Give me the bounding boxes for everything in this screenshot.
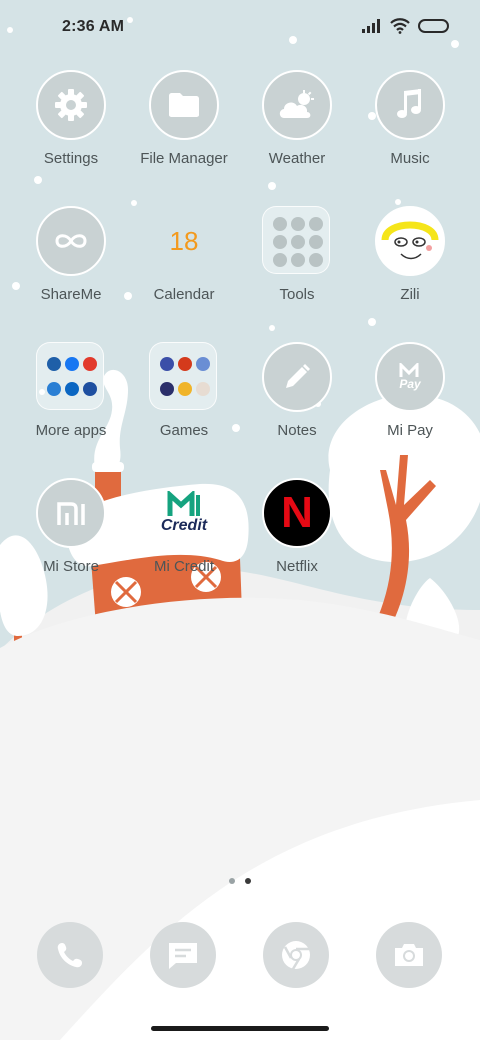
browser-icon bbox=[282, 941, 310, 970]
page-indicator bbox=[0, 878, 480, 884]
app-label: Games bbox=[159, 422, 209, 439]
status-icons bbox=[362, 18, 450, 34]
app-label: Settings bbox=[43, 150, 99, 167]
app-zili[interactable]: Zili bbox=[351, 206, 469, 326]
folder-icon bbox=[149, 70, 219, 140]
phone-icon bbox=[57, 943, 82, 968]
cloud-sun-icon bbox=[262, 70, 332, 140]
dock-phone[interactable] bbox=[37, 922, 103, 988]
app-music[interactable]: Music bbox=[351, 70, 469, 190]
dock-messages[interactable] bbox=[150, 922, 216, 988]
pencil-icon bbox=[262, 342, 332, 412]
netflix-icon: N bbox=[262, 478, 332, 548]
status-bar: 2:36 AM bbox=[0, 0, 480, 56]
infinity-icon bbox=[36, 206, 106, 276]
mi-logo-icon bbox=[36, 478, 106, 548]
app-mi-store[interactable]: Mi Store bbox=[12, 478, 130, 598]
mi-credit-icon: Credit bbox=[149, 478, 219, 548]
battery-icon bbox=[418, 19, 449, 33]
camera-icon bbox=[395, 944, 423, 966]
status-time: 2:36 AM bbox=[62, 18, 125, 35]
app-label: Mi Store bbox=[43, 558, 99, 575]
gear-icon bbox=[36, 70, 106, 140]
app-label: More apps bbox=[35, 422, 107, 439]
app-mi-pay[interactable]: Pay Mi Pay bbox=[351, 342, 469, 462]
calendar-icon: 18 bbox=[149, 206, 219, 276]
app-label: ShareMe bbox=[40, 286, 102, 303]
app-more-apps[interactable]: More apps bbox=[12, 342, 130, 462]
zili-face-icon bbox=[375, 206, 445, 276]
app-calendar[interactable]: 18 Calendar bbox=[125, 206, 243, 326]
message-icon bbox=[169, 943, 197, 969]
mi-pay-icon: Pay bbox=[375, 342, 445, 412]
app-games[interactable]: Games bbox=[125, 342, 243, 462]
app-mi-credit[interactable]: Credit Mi Credit bbox=[125, 478, 243, 598]
app-weather[interactable]: Weather bbox=[238, 70, 356, 190]
netflix-logo-text: N bbox=[281, 488, 313, 537]
signal-icon bbox=[362, 19, 380, 33]
calendar-date: 18 bbox=[169, 225, 199, 256]
app-notes[interactable]: Notes bbox=[238, 342, 356, 462]
home-indicator[interactable] bbox=[151, 1026, 329, 1031]
page-dot[interactable] bbox=[229, 878, 235, 884]
games-folder-icon bbox=[149, 342, 217, 410]
mi-pay-logo-text: Pay bbox=[399, 377, 421, 391]
app-label: Music bbox=[390, 150, 430, 167]
dock-camera[interactable] bbox=[376, 922, 442, 988]
app-label: Calendar bbox=[153, 286, 215, 303]
app-label: File Manager bbox=[140, 150, 228, 167]
app-shareme[interactable]: ShareMe bbox=[12, 206, 130, 326]
music-note-icon bbox=[375, 70, 445, 140]
app-label: Netflix bbox=[276, 558, 318, 575]
app-label: Notes bbox=[277, 422, 317, 439]
wifi-icon bbox=[390, 18, 410, 34]
tools-folder-icon bbox=[262, 206, 330, 274]
app-settings[interactable]: Settings bbox=[12, 70, 130, 190]
mi-credit-logo-text: Credit bbox=[160, 517, 208, 534]
app-label: Zili bbox=[400, 286, 420, 303]
app-label: Tools bbox=[279, 286, 315, 303]
app-file-manager[interactable]: File Manager bbox=[125, 70, 243, 190]
app-tools[interactable]: Tools bbox=[238, 206, 356, 326]
page-dot-active[interactable] bbox=[245, 878, 251, 884]
more-apps-folder-icon bbox=[36, 342, 104, 410]
dock-browser[interactable] bbox=[263, 922, 329, 988]
app-label: Mi Pay bbox=[387, 422, 433, 439]
app-label: Mi Credit bbox=[153, 558, 214, 575]
app-netflix[interactable]: N Netflix bbox=[238, 478, 356, 598]
app-label: Weather bbox=[268, 150, 326, 167]
